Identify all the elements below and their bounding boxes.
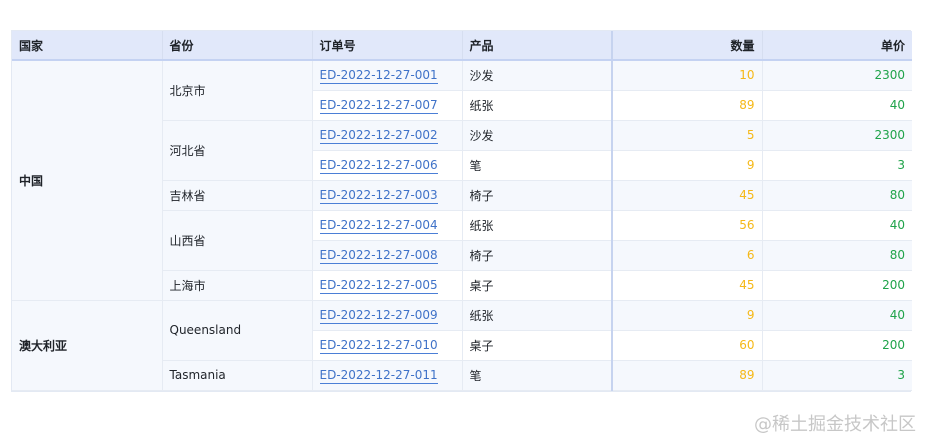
cell-order: ED-2022-12-27-005 (312, 270, 463, 301)
orders-table: 国家 省份 订单号 产品 数量 单价 中国 北京市 ED-2022-12-27-00… (12, 31, 912, 391)
cell-province: 河北省 (162, 120, 313, 181)
cell-quantity: 9 (612, 300, 763, 331)
order-link[interactable]: ED-2022-12-27-006 (319, 158, 438, 174)
cell-order: ED-2022-12-27-011 (312, 360, 463, 391)
cell-order: ED-2022-12-27-007 (312, 90, 463, 121)
cell-product: 桌子 (462, 330, 613, 361)
column-header-order[interactable]: 订单号 (312, 31, 463, 61)
column-header-price[interactable]: 单价 (762, 31, 912, 61)
cell-order: ED-2022-12-27-004 (312, 210, 463, 241)
table-row[interactable]: 中国 北京市 ED-2022-12-27-001 沙发 10 2300 (12, 60, 912, 301)
cell-province: 上海市 (162, 270, 313, 301)
table-body: 中国 北京市 ED-2022-12-27-001 沙发 10 2300 ED-2022-12… (12, 60, 912, 391)
cell-province: Tasmania (162, 360, 313, 391)
cell-product: 沙发 (462, 120, 613, 151)
cell-product: 笔 (462, 360, 613, 391)
cell-price: 3 (762, 150, 912, 181)
order-link[interactable]: ED-2022-12-27-002 (319, 128, 438, 144)
order-link[interactable]: ED-2022-12-27-007 (319, 98, 438, 114)
order-link[interactable]: ED-2022-12-27-003 (319, 188, 438, 204)
column-header-province[interactable]: 省份 (162, 31, 313, 61)
cell-price: 3 (762, 360, 912, 391)
cell-product: 椅子 (462, 240, 613, 271)
cell-order: ED-2022-12-27-009 (312, 300, 463, 331)
cell-province: Queensland (162, 300, 313, 361)
cell-province: 山西省 (162, 210, 313, 271)
cell-order: ED-2022-12-27-006 (312, 150, 463, 181)
cell-product: 纸张 (462, 210, 613, 241)
header-row: 国家 省份 订单号 产品 数量 单价 (12, 31, 912, 61)
order-link[interactable]: ED-2022-12-27-005 (319, 278, 438, 294)
order-link[interactable]: ED-2022-12-27-009 (319, 308, 438, 324)
cell-quantity: 56 (612, 210, 763, 241)
cell-order: ED-2022-12-27-003 (312, 180, 463, 211)
orders-table-container: 国家 省份 订单号 产品 数量 单价 中国 北京市 ED-2022-12-27-00… (11, 30, 912, 392)
cell-price: 40 (762, 210, 912, 241)
cell-price: 200 (762, 270, 912, 301)
cell-province: 北京市 (162, 60, 313, 121)
cell-price: 80 (762, 240, 912, 271)
cell-product: 椅子 (462, 180, 613, 211)
cell-product: 桌子 (462, 270, 613, 301)
cell-quantity: 89 (612, 90, 763, 121)
cell-order: ED-2022-12-27-008 (312, 240, 463, 271)
column-header-quantity[interactable]: 数量 (612, 31, 763, 61)
cell-quantity: 45 (612, 180, 763, 211)
cell-price: 2300 (762, 60, 912, 91)
cell-quantity: 60 (612, 330, 763, 361)
order-link[interactable]: ED-2022-12-27-008 (319, 248, 438, 264)
cell-price: 80 (762, 180, 912, 211)
order-link[interactable]: ED-2022-12-27-011 (319, 368, 438, 384)
cell-quantity: 5 (612, 120, 763, 151)
cell-quantity: 45 (612, 270, 763, 301)
cell-price: 40 (762, 300, 912, 331)
watermark-text: @稀土掘金技术社区 (754, 414, 916, 435)
cell-order: ED-2022-12-27-010 (312, 330, 463, 361)
cell-quantity: 10 (612, 60, 763, 91)
cell-province: 吉林省 (162, 180, 313, 211)
order-link[interactable]: ED-2022-12-27-010 (319, 338, 438, 354)
cell-quantity: 9 (612, 150, 763, 181)
order-link[interactable]: ED-2022-12-27-004 (319, 218, 438, 234)
column-header-product[interactable]: 产品 (462, 31, 613, 61)
column-header-country[interactable]: 国家 (12, 31, 163, 61)
table-row[interactable]: 澳大利亚 Queensland ED-2022-12-27-009 纸张 9 40 (12, 300, 912, 391)
cell-price: 200 (762, 330, 912, 361)
cell-product: 纸张 (462, 90, 613, 121)
order-link[interactable]: ED-2022-12-27-001 (319, 68, 438, 85)
cell-order: ED-2022-12-27-001 (312, 60, 463, 91)
cell-price: 40 (762, 90, 912, 121)
cell-quantity: 89 (612, 360, 763, 391)
cell-country: 中国 (12, 60, 163, 301)
cell-product: 纸张 (462, 300, 613, 331)
cell-country: 澳大利亚 (12, 300, 163, 391)
cell-product: 沙发 (462, 60, 613, 91)
cell-product: 笔 (462, 150, 613, 181)
cell-quantity: 6 (612, 240, 763, 271)
cell-price: 2300 (762, 120, 912, 151)
cell-order: ED-2022-12-27-002 (312, 120, 463, 151)
